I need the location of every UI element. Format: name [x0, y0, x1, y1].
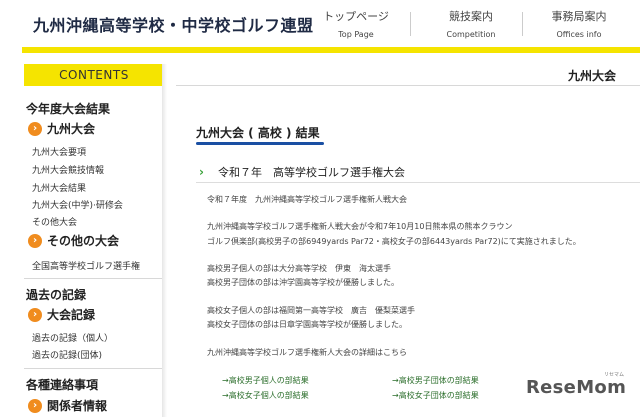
link-girls-individual-results[interactable]: →高校女子個人の部結果 [222, 390, 309, 401]
sidebar-link-national-championship[interactable]: 全国高等学校ゴルフ選手権 [32, 259, 140, 272]
sidebar-sub-tournament-records-label: 大会記録 [47, 308, 96, 322]
sidebar-link-past-individual[interactable]: 過去の記録（個人） [32, 331, 113, 344]
nav-competition-label: 競技案内 [449, 10, 493, 23]
nav-top-page[interactable]: トップページ Top Page [322, 8, 390, 39]
nav-offices-info[interactable]: 事務局案内 Offices info [545, 8, 613, 39]
sidebar-sub-stakeholder-info[interactable]: › 関係者情報 [28, 397, 107, 414]
body-text-line: ゴルフ倶楽部(高校男子の部6949yards Par72・高校女子の部6443y… [207, 237, 581, 246]
sidebar-section-current-results: 今年度大会結果 [26, 102, 111, 116]
sidebar-link-past-team[interactable]: 過去の記録(団体) [32, 348, 102, 361]
nav-competition[interactable]: 競技案内 Competition [437, 8, 505, 39]
sidebar-sub-other-label: その他の大会 [47, 234, 120, 248]
nav-offices-info-label: 事務局案内 [551, 10, 607, 23]
nav-divider [522, 12, 523, 36]
nav-top-page-label: トップページ [323, 10, 389, 23]
main-header-bar: 九州大会 [176, 64, 640, 86]
sidebar-sub-tournament-records[interactable]: › 大会記録 [28, 306, 95, 323]
nav-offices-info-sublabel: Offices info [556, 30, 602, 39]
sidebar-sub-other[interactable]: › その他の大会 [28, 232, 119, 249]
nav-top-page-sublabel: Top Page [338, 30, 374, 39]
details-link-text[interactable]: 九州沖縄高等学校ゴルフ選手権新人大会の詳細はこちら [207, 346, 407, 360]
chevron-circle-icon: › [28, 233, 42, 248]
resemom-watermark-tagline: リセマム [604, 372, 625, 378]
sidebar-link-kyushu-competition-info[interactable]: 九州大会競技情報 [32, 163, 104, 176]
sidebar-sub-kyushu-label: 九州大会 [47, 122, 96, 136]
link-boys-individual-results[interactable]: →高校男子個人の部結果 [222, 375, 309, 386]
sidebar-sub-stakeholder-info-label: 関係者情報 [47, 399, 108, 413]
page-title: 九州大会 ( 高校 ) 結果 [196, 126, 320, 140]
site-title[interactable]: 九州沖縄高等学校・中学校ゴルフ連盟 [33, 12, 314, 36]
chevron-right-icon: › [199, 164, 204, 179]
sidebar-link-other-tournaments[interactable]: その他大会 [32, 215, 77, 228]
body-text-line: 高校女子団体の部は日章学園高等学校が優勝しました。 [207, 320, 407, 329]
sidebar-section-past-records: 過去の記録 [26, 288, 87, 302]
body-text-line: 高校女子個人の部は福岡第一高等学校 廣吉 優梨菜選手 [207, 306, 415, 315]
nav-divider [410, 12, 411, 36]
tournament-subheading-text: 令和７年 高等学校ゴルフ選手権大会 [217, 165, 405, 179]
main-header-title: 九州大会 [567, 69, 616, 83]
tournament-subheading: › 令和７年 高等学校ゴルフ選手権大会 [196, 161, 640, 183]
sidebar-link-kyushu-guidelines[interactable]: 九州大会要項 [32, 145, 86, 158]
body-text-line: 令和７年度 九州沖縄高等学校ゴルフ選手権新人戦大会 [207, 195, 407, 204]
chevron-circle-icon: › [28, 398, 42, 413]
sidebar-divider-line [24, 278, 162, 279]
sidebar-link-kyushu-results[interactable]: 九州大会結果 [32, 181, 86, 194]
link-boys-team-results[interactable]: →高校男子団体の部結果 [392, 375, 479, 386]
page-title-underline [196, 142, 324, 145]
sidebar-sub-kyushu[interactable]: › 九州大会 [28, 120, 95, 137]
sidebar-divider [162, 64, 167, 417]
chevron-circle-icon: › [28, 121, 42, 136]
sidebar-section-notices: 各種連絡事項 [26, 378, 99, 392]
contents-heading: CONTENTS [24, 64, 164, 86]
link-girls-team-results[interactable]: →高校女子団体の部結果 [392, 390, 479, 401]
body-text-line: 高校男子個人の部は大分高等学校 伊東 海太選手 [207, 264, 391, 273]
resemom-watermark-logo: ReseMom [526, 377, 627, 398]
header-accent-bar [22, 47, 640, 53]
nav-competition-sublabel: Competition [446, 30, 496, 39]
sidebar-divider-line [24, 368, 162, 369]
site-header: 九州沖縄高等学校・中学校ゴルフ連盟 トップページ Top Page 競技案内 C… [0, 0, 640, 52]
body-text-line: 高校男子団体の部は沖学園高等学校が優勝しました。 [207, 278, 399, 287]
sidebar-link-kyushu-junior[interactable]: 九州大会(中学)·研修会 [32, 198, 123, 211]
chevron-circle-icon: › [28, 307, 42, 322]
body-text-line: 九州沖縄高等学校ゴルフ選手権新人戦大会が令和7年10月10日熊本県の熊本クラウン [207, 222, 513, 231]
